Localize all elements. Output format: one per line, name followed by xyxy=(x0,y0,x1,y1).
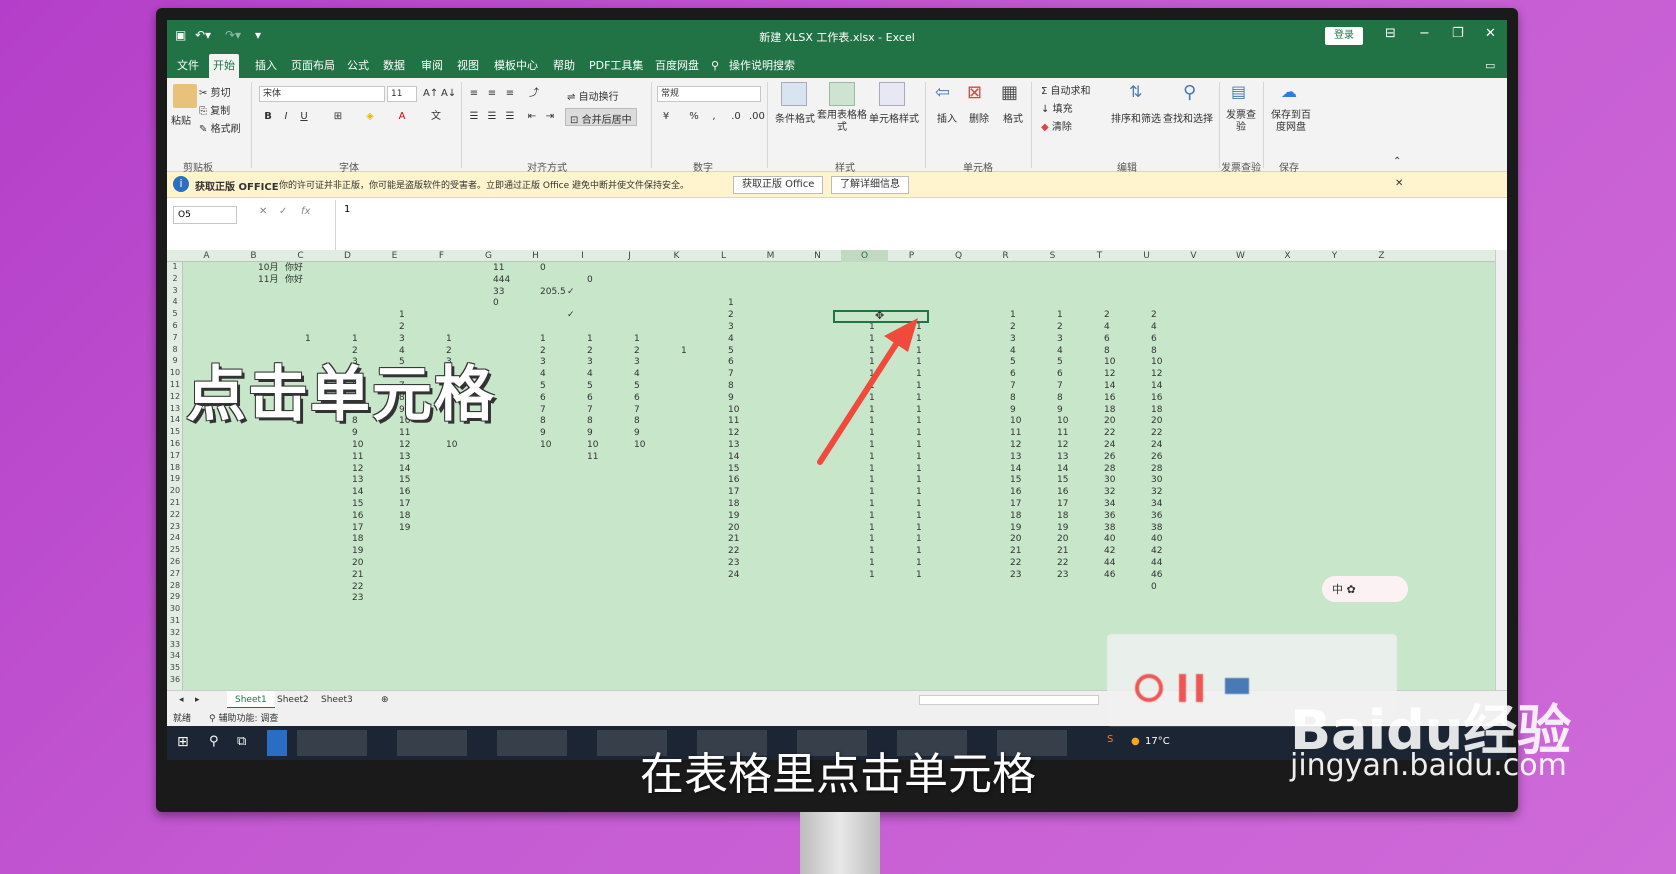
overlay-caption: 点击单元格 xyxy=(186,360,496,430)
watermark-url: jingyan.baidu.com xyxy=(1290,748,1567,783)
arrow-head xyxy=(884,318,918,352)
arrow-shaft xyxy=(817,335,903,465)
